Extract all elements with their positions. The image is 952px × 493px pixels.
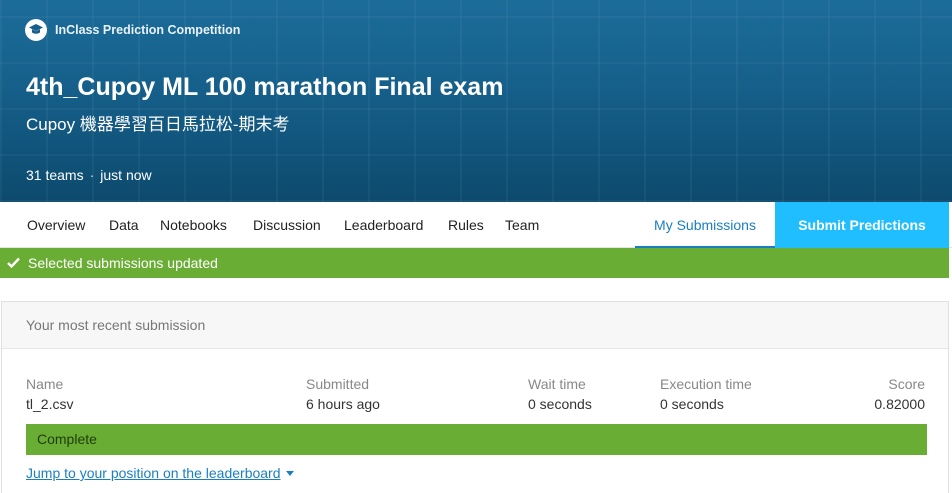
- checkmark-icon: [7, 248, 20, 278]
- wait-time-label: Wait time: [528, 376, 586, 392]
- tab-my-submissions[interactable]: My Submissions: [635, 202, 775, 248]
- competition-header: InClass Prediction Competition 4th_Cupoy…: [0, 0, 952, 202]
- status-badge: Complete: [26, 424, 927, 455]
- tab-overview[interactable]: Overview: [27, 202, 85, 248]
- name-label: Name: [26, 376, 64, 392]
- success-banner: Selected submissions updated: [0, 248, 949, 278]
- submitted-label: Submitted: [306, 376, 370, 392]
- teams-count: 31 teams: [26, 167, 84, 183]
- jump-to-leaderboard-link[interactable]: Jump to your position on the leaderboard: [26, 465, 294, 481]
- caret-down-icon: [285, 470, 294, 476]
- tab-discussion[interactable]: Discussion: [253, 202, 321, 248]
- meta-separator: ·: [89, 167, 95, 183]
- submit-predictions-button[interactable]: Submit Predictions: [775, 202, 949, 248]
- score-value: 0.82000: [874, 396, 925, 412]
- recent-submission-card: Your most recent submission Name tl_2.cs…: [1, 301, 949, 493]
- competition-type-label: InClass Prediction Competition: [55, 23, 241, 37]
- tab-team[interactable]: Team: [505, 202, 539, 248]
- competition-badge: InClass Prediction Competition: [25, 19, 240, 41]
- banner-message: Selected submissions updated: [28, 255, 218, 271]
- submitted-column: Submitted 6 hours ago: [306, 376, 380, 412]
- tab-data[interactable]: Data: [109, 202, 139, 248]
- tab-notebooks[interactable]: Notebooks: [160, 202, 227, 248]
- card-heading: Your most recent submission: [2, 302, 948, 349]
- tab-rules[interactable]: Rules: [448, 202, 484, 248]
- submitted-value: 6 hours ago: [306, 396, 380, 412]
- execution-time-column: Execution time 0 seconds: [660, 376, 752, 412]
- wait-time-column: Wait time 0 seconds: [528, 376, 592, 412]
- jump-link-label[interactable]: Jump to your position on the leaderboard: [26, 465, 281, 481]
- name-column: Name tl_2.csv: [26, 376, 73, 412]
- graduation-cap-icon: [25, 19, 47, 41]
- competition-meta: 31 teams · just now: [26, 167, 152, 183]
- score-label: Score: [888, 376, 925, 392]
- execution-time-value: 0 seconds: [660, 396, 724, 412]
- last-updated: just now: [100, 167, 152, 183]
- competition-nav: Overview Data Notebooks Discussion Leade…: [0, 202, 952, 248]
- name-value: tl_2.csv: [26, 396, 74, 412]
- score-column: Score 0.82000: [874, 376, 925, 412]
- execution-time-label: Execution time: [660, 376, 752, 392]
- wait-time-value: 0 seconds: [528, 396, 592, 412]
- page-subtitle: Cupoy 機器學習百日馬拉松-期末考: [26, 115, 290, 134]
- tab-leaderboard[interactable]: Leaderboard: [344, 202, 423, 248]
- page-title: 4th_Cupoy ML 100 marathon Final exam: [26, 73, 504, 101]
